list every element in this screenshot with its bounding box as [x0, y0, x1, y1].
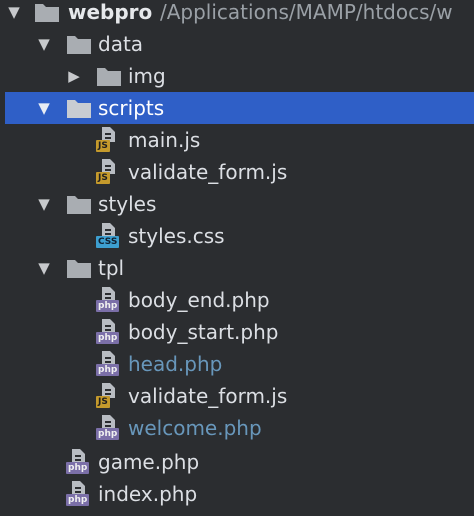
css-file-icon: CSS: [96, 223, 124, 249]
tree-node-label: head.php: [128, 352, 223, 376]
tree-node-body-start-php[interactable]: php body_start.php: [0, 316, 474, 348]
tree-node-scripts[interactable]: ▼ scripts: [5, 92, 474, 124]
folder-icon: [67, 36, 91, 54]
tree-node-label: img: [128, 64, 166, 88]
folder-icon: [67, 196, 91, 214]
php-file-icon: php: [66, 481, 94, 507]
js-file-icon: JS: [96, 127, 124, 153]
tree-node-webpro[interactable]: ▼ webpro /Applications/MAMP/htdocs/w: [0, 0, 474, 28]
tree-node-img[interactable]: ▶ img: [0, 60, 474, 92]
expand-arrow-down-icon[interactable]: ▼: [34, 252, 54, 284]
tree-node-label: validate_form.js: [128, 384, 288, 408]
folder-icon: [67, 100, 91, 118]
expand-arrow-down-icon[interactable]: ▼: [4, 0, 24, 28]
tree-node-label: tpl: [98, 256, 125, 280]
tree-node-game-php[interactable]: php game.php: [0, 446, 474, 478]
folder-icon: [67, 260, 91, 278]
php-file-icon: php: [96, 287, 124, 313]
tree-node-label: body_start.php: [128, 320, 279, 344]
tree-node-head-php[interactable]: php head.php: [0, 348, 474, 380]
php-file-icon: php: [96, 415, 124, 441]
expand-arrow-down-icon[interactable]: ▼: [34, 28, 54, 60]
tree-node-label: body_end.php: [128, 288, 270, 312]
tree-node-welcome-php[interactable]: php welcome.php: [0, 412, 474, 444]
js-file-icon: JS: [96, 159, 124, 185]
tree-node-index-php[interactable]: php index.php: [0, 478, 474, 510]
tree-node-validate-form-js[interactable]: JS validate_form.js: [0, 380, 474, 412]
tree-node-label: data: [98, 32, 144, 56]
php-file-icon: php: [66, 449, 94, 475]
folder-icon: [35, 4, 59, 22]
expand-arrow-down-icon[interactable]: ▼: [34, 92, 54, 124]
tree-node-label: main.js: [128, 128, 201, 152]
project-path: /Applications/MAMP/htdocs/w: [160, 0, 453, 24]
php-file-icon: php: [96, 351, 124, 377]
tree-node-label: scripts: [98, 96, 165, 120]
tree-node-data[interactable]: ▼ data: [0, 28, 474, 60]
php-file-icon: php: [96, 319, 124, 345]
tree-node-label: game.php: [98, 450, 200, 474]
tree-node-tpl[interactable]: ▼ tpl: [0, 252, 474, 284]
expand-arrow-right-icon[interactable]: ▶: [64, 60, 84, 92]
tree-node-body-end-php[interactable]: php body_end.php: [0, 284, 474, 316]
js-file-icon: JS: [96, 383, 124, 409]
expand-arrow-down-icon[interactable]: ▼: [34, 188, 54, 220]
tree-node-label: styles: [98, 192, 157, 216]
project-tree: ▼ webpro /Applications/MAMP/htdocs/w ▼ d…: [0, 0, 474, 516]
tree-node-label: webpro: [68, 0, 153, 24]
tree-node-label: index.php: [98, 482, 198, 506]
tree-node-main-js[interactable]: JS main.js: [0, 124, 474, 156]
tree-node-styles-css[interactable]: CSS styles.css: [0, 220, 474, 252]
tree-node-label: welcome.php: [128, 416, 262, 440]
tree-node-styles[interactable]: ▼ styles: [0, 188, 474, 220]
tree-node-label: validate_form.js: [128, 160, 288, 184]
tree-node-validate-form-js[interactable]: JS validate_form.js: [0, 156, 474, 188]
folder-icon: [97, 68, 121, 86]
tree-node-label: styles.css: [128, 224, 225, 248]
